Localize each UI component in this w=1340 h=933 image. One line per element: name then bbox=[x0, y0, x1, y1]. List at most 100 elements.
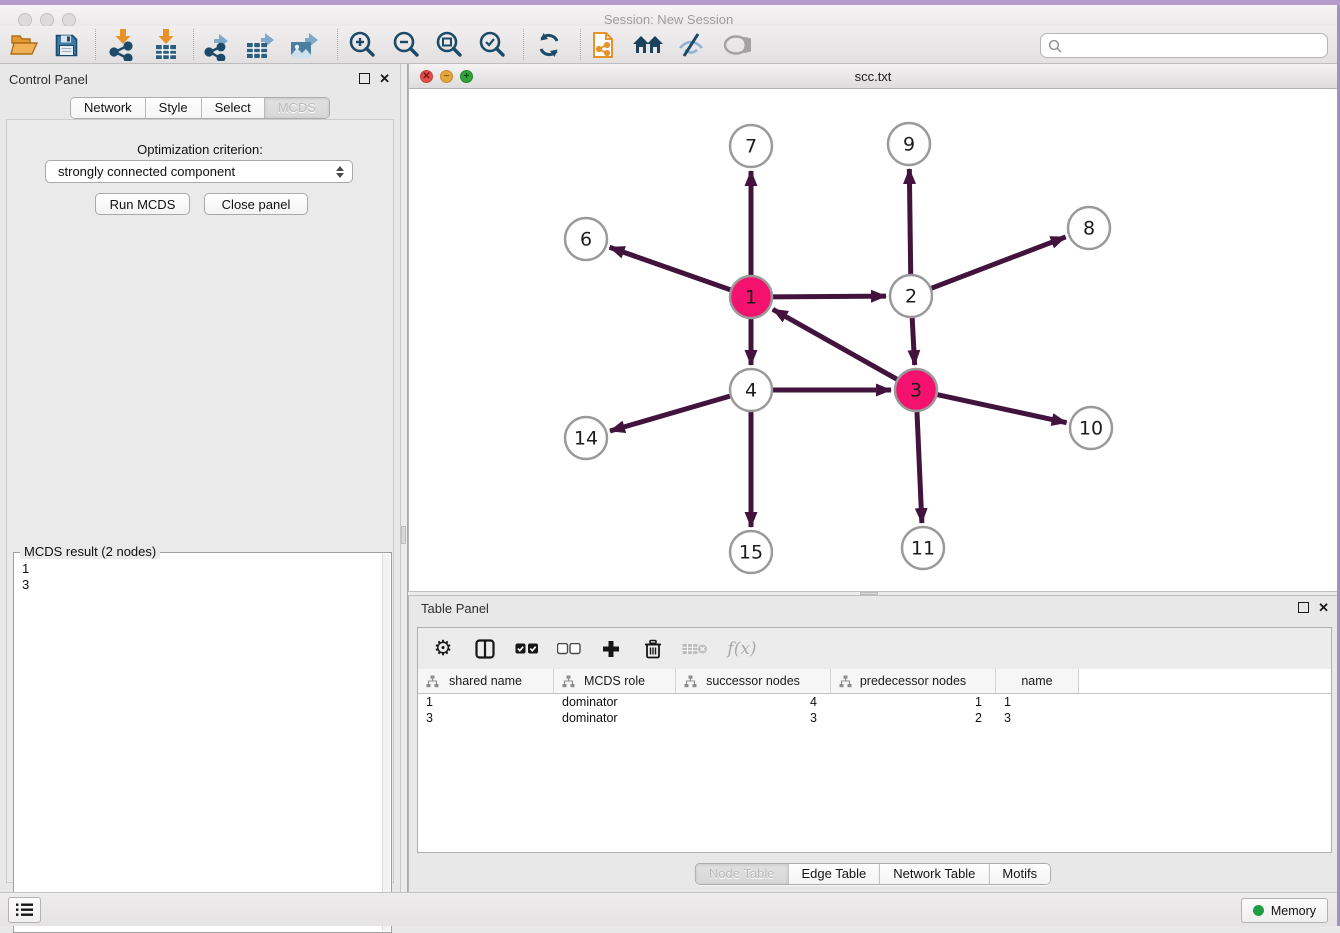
window-titlebar[interactable]: Session: New Session bbox=[0, 5, 1337, 26]
hide-selected-icon[interactable] bbox=[671, 28, 711, 62]
table-header-row: shared nameMCDS rolesuccessor nodesprede… bbox=[418, 669, 1331, 694]
table-row[interactable]: 3dominator323 bbox=[418, 710, 1331, 726]
optimization-criterion-dropdown[interactable]: strongly connected component bbox=[45, 160, 353, 183]
save-session-icon[interactable] bbox=[46, 28, 86, 62]
zoom-out-icon[interactable] bbox=[386, 28, 426, 62]
mcds-result-list[interactable]: 13 bbox=[15, 559, 382, 931]
network-canvas[interactable]: 7 9 6 8 1 2 4 3 14 10 15 11 bbox=[409, 89, 1338, 591]
result-scrollbar[interactable] bbox=[382, 554, 390, 931]
node-6[interactable]: 6 bbox=[565, 218, 607, 260]
cell-name[interactable]: 1 bbox=[996, 694, 1079, 710]
network-window-titlebar[interactable]: ✕ − + scc.txt bbox=[409, 64, 1337, 89]
vertical-splitter[interactable] bbox=[400, 64, 408, 892]
table-row[interactable]: 1dominator411 bbox=[418, 694, 1331, 710]
tab-network-table[interactable]: Network Table bbox=[880, 864, 989, 884]
network-graph[interactable]: 7 9 6 8 1 2 4 3 14 10 15 11 bbox=[409, 89, 1338, 591]
cell-MCDS-role[interactable]: dominator bbox=[554, 694, 676, 710]
edge-2-9[interactable] bbox=[909, 169, 910, 274]
column-header-name[interactable]: name bbox=[996, 669, 1079, 693]
svg-text:3: 3 bbox=[910, 380, 922, 402]
cell-MCDS-role[interactable]: dominator bbox=[554, 710, 676, 726]
tab-motifs[interactable]: Motifs bbox=[989, 864, 1050, 884]
deselect-all-rows-icon[interactable] bbox=[556, 634, 582, 664]
close-panel-icon[interactable]: ✕ bbox=[379, 71, 390, 87]
zoom-fit-icon[interactable] bbox=[429, 28, 469, 62]
cell-predecessor-nodes[interactable]: 2 bbox=[831, 710, 996, 726]
add-column-icon[interactable] bbox=[598, 634, 624, 664]
control-panel-title: Control Panel bbox=[9, 72, 88, 87]
result-item[interactable]: 1 bbox=[22, 561, 375, 577]
delete-columns-icon[interactable] bbox=[640, 634, 666, 664]
edge-1-6[interactable] bbox=[610, 247, 731, 289]
edge-2-3[interactable] bbox=[912, 318, 915, 365]
task-history-button[interactable] bbox=[8, 897, 41, 923]
zoom-selected-icon[interactable] bbox=[472, 28, 512, 62]
table-body[interactable]: 1dominator4113dominator323 bbox=[418, 694, 1331, 852]
node-9[interactable]: 9 bbox=[888, 123, 930, 165]
node-14[interactable]: 14 bbox=[565, 417, 607, 459]
edge-1-2[interactable] bbox=[773, 296, 886, 297]
function-builder-icon: f(x) bbox=[724, 634, 760, 664]
tab-style[interactable]: Style bbox=[146, 98, 202, 118]
edge-3-10[interactable] bbox=[937, 395, 1066, 423]
tab-node-table[interactable]: Node Table bbox=[696, 864, 789, 884]
tab-mcds[interactable]: MCDS bbox=[265, 98, 329, 118]
cell-shared-name[interactable]: 1 bbox=[418, 694, 554, 710]
node-7[interactable]: 7 bbox=[730, 125, 772, 167]
node-1[interactable]: 1 bbox=[730, 276, 772, 318]
column-header-MCDS-role[interactable]: MCDS role bbox=[554, 669, 676, 693]
export-table-icon[interactable] bbox=[241, 28, 281, 62]
tab-edge-table[interactable]: Edge Table bbox=[788, 864, 880, 884]
float-panel-icon[interactable] bbox=[359, 73, 370, 84]
node-8[interactable]: 8 bbox=[1068, 207, 1110, 249]
select-all-rows-icon[interactable] bbox=[514, 634, 540, 664]
run-mcds-button[interactable]: Run MCDS bbox=[95, 193, 190, 215]
tab-select[interactable]: Select bbox=[202, 98, 265, 118]
column-header-shared-name[interactable]: shared name bbox=[418, 669, 554, 693]
toggle-panes-icon[interactable] bbox=[472, 634, 498, 664]
svg-text:10: 10 bbox=[1079, 418, 1103, 440]
node-2[interactable]: 2 bbox=[890, 275, 932, 317]
node-3[interactable]: 3 bbox=[895, 369, 937, 411]
svg-text:1: 1 bbox=[745, 287, 757, 309]
node-4[interactable]: 4 bbox=[730, 369, 772, 411]
cell-successor-nodes[interactable]: 4 bbox=[676, 694, 831, 710]
edge-2-8[interactable] bbox=[932, 237, 1066, 288]
result-item[interactable]: 3 bbox=[22, 577, 375, 593]
svg-text:15: 15 bbox=[739, 542, 763, 564]
tab-network[interactable]: Network bbox=[71, 98, 146, 118]
memory-status-icon bbox=[1253, 905, 1264, 916]
edge-4-14[interactable] bbox=[610, 396, 730, 431]
close-table-panel-icon[interactable]: ✕ bbox=[1318, 600, 1329, 616]
cell-successor-nodes[interactable]: 3 bbox=[676, 710, 831, 726]
export-image-icon[interactable] bbox=[285, 28, 325, 62]
main-toolbar bbox=[0, 26, 1337, 64]
column-header-successor-nodes[interactable]: successor nodes bbox=[676, 669, 831, 693]
search-field[interactable] bbox=[1040, 33, 1328, 58]
first-neighbors-icon[interactable] bbox=[628, 28, 668, 62]
refresh-icon[interactable] bbox=[529, 28, 569, 62]
column-header-predecessor-nodes[interactable]: predecessor nodes bbox=[831, 669, 996, 693]
column-header-filler bbox=[1079, 669, 1331, 693]
node-15[interactable]: 15 bbox=[730, 531, 772, 573]
table-options-icon[interactable]: ⚙ bbox=[430, 634, 456, 664]
memory-button[interactable]: Memory bbox=[1241, 898, 1328, 923]
edge-3-1[interactable] bbox=[773, 309, 897, 379]
node-11[interactable]: 11 bbox=[902, 527, 944, 569]
edge-3-11[interactable] bbox=[917, 412, 922, 523]
window-title: Session: New Session bbox=[0, 12, 1337, 27]
import-table-icon[interactable] bbox=[146, 28, 186, 62]
zoom-in-icon[interactable] bbox=[342, 28, 382, 62]
node-10[interactable]: 10 bbox=[1070, 407, 1112, 449]
cell-name[interactable]: 3 bbox=[996, 710, 1079, 726]
close-panel-button[interactable]: Close panel bbox=[204, 193, 308, 215]
cell-shared-name[interactable]: 3 bbox=[418, 710, 554, 726]
import-network-icon[interactable] bbox=[102, 28, 142, 62]
export-network-icon[interactable] bbox=[198, 28, 238, 62]
open-file-icon[interactable] bbox=[4, 28, 44, 62]
float-table-panel-icon[interactable] bbox=[1298, 602, 1309, 613]
show-all-icon[interactable] bbox=[716, 28, 756, 62]
search-input[interactable] bbox=[1067, 38, 1327, 53]
cell-predecessor-nodes[interactable]: 1 bbox=[831, 694, 996, 710]
new-network-from-selection-icon[interactable] bbox=[584, 28, 624, 62]
